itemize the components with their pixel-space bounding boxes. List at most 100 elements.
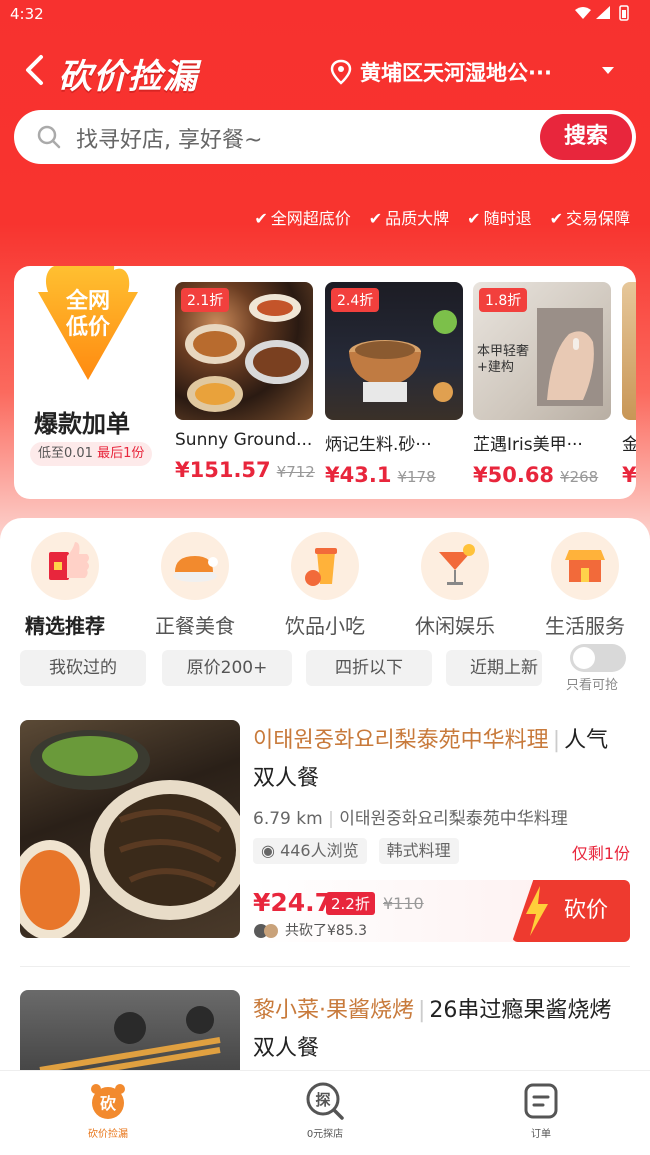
check-icon: ✔	[368, 209, 383, 228]
deal-discount: 1.8折	[479, 288, 528, 312]
search-input[interactable]: 找寻好店, 享好餐~	[76, 122, 262, 154]
location-text: 黄埔区天河湿地公···	[360, 61, 552, 85]
guarantee-row: ✔ 全网超底价 ✔ 品质大牌 ✔ 随时退 ✔ 交易保障	[254, 205, 630, 229]
deal-card[interactable]: 金 ¥	[622, 282, 636, 487]
category-drinks[interactable]: 饮品小吃	[260, 532, 390, 639]
alarm-clock-icon: 砍	[88, 1081, 128, 1121]
badge-line2: 低价	[65, 315, 111, 340]
item-branch: 이태원중화요리梨泰苑中华料理	[339, 809, 568, 829]
guarantee-item: ✔ 全网超底价	[254, 209, 351, 228]
item-image	[20, 990, 240, 1070]
deal-discount: 2.1折	[181, 288, 230, 312]
status-time: 4:32	[10, 5, 44, 23]
deal-image	[622, 282, 636, 420]
tab-explore[interactable]: 探 0元探店	[265, 1081, 385, 1140]
filter-chip[interactable]: 我砍过的	[20, 650, 146, 686]
drink-cup-icon	[291, 532, 359, 600]
deal-name: Sunny Ground...	[175, 430, 313, 450]
available-only-toggle[interactable]	[570, 644, 626, 672]
category-row: 精选推荐 正餐美食 饮品小吃 休闲娱乐 生活服务	[0, 532, 650, 642]
guarantee-item: ✔ 交易保障	[549, 209, 630, 228]
search-button[interactable]: 搜索	[540, 114, 632, 160]
search-icon	[37, 125, 61, 149]
flame-badge-icon: 全网 低价	[38, 266, 138, 380]
tab-orders[interactable]: 订单	[481, 1081, 601, 1140]
page-title: 砍价捡漏	[58, 57, 198, 97]
views-tag: ◉ 446人浏览	[253, 838, 367, 864]
search-bar[interactable]: 找寻好店, 享好餐~ 搜索	[14, 110, 636, 164]
deal-discount: 2.4折	[331, 288, 380, 312]
deal-card[interactable]: 2.4折 炳记生料.砂··· ¥43.1 ¥178	[325, 282, 463, 487]
eye-icon: ◉	[261, 841, 275, 860]
back-arrow-icon[interactable]	[22, 53, 48, 87]
deal-card[interactable]: 2.1折 Sunny Ground... ¥151.57 ¥712	[175, 282, 315, 482]
promo-block[interactable]: 全网 低价 爆款加单 低至0.01 最后1份	[14, 266, 169, 499]
deal-name: 炳记生料.砂···	[325, 435, 432, 455]
group-cut-info: 共砍了¥85.3	[253, 920, 367, 940]
list-divider	[20, 966, 630, 967]
deal-image-caption: 本甲轻奢+建构	[477, 344, 530, 375]
deal-card[interactable]: 1.8折 本甲轻奢+建构 芷遇Iris美甲··· ¥50.68 ¥268	[473, 282, 611, 487]
item-buy-bar: ¥24.7 2.2折 ¥110 共砍了¥85.3 砍价	[253, 880, 630, 942]
category-label: 饮品小吃	[285, 614, 365, 638]
list-item[interactable]: 黎小菜·果酱烧烤 | 26串过瘾果酱烧烤双人餐	[20, 990, 630, 1070]
thumbs-up-icon	[31, 532, 99, 600]
category-recommended[interactable]: 精选推荐	[0, 532, 130, 639]
filter-chip[interactable]: 四折以下	[306, 650, 432, 686]
cocktail-icon	[421, 532, 489, 600]
item-shop-name[interactable]: 黎小菜·果酱烧烤	[253, 998, 414, 1023]
bargain-button-label: 砍价	[563, 898, 608, 923]
deal-image: 2.1折	[175, 282, 313, 420]
deal-price: ¥	[622, 463, 636, 487]
item-tags: ◉ 446人浏览 韩式料理	[253, 838, 459, 864]
explore-magnifier-icon: 探	[305, 1081, 345, 1121]
chevron-down-icon	[602, 67, 614, 74]
category-label: 精选推荐	[25, 614, 105, 638]
tab-label: 0元探店	[306, 1129, 344, 1140]
deal-image: 1.8折 本甲轻奢+建构	[473, 282, 611, 420]
status-bar: 4:32	[0, 0, 650, 28]
filter-chip[interactable]: 近期上新	[446, 650, 542, 686]
deal-price: ¥50.68 ¥268	[473, 463, 599, 487]
category-label: 生活服务	[545, 614, 625, 638]
item-discount: 2.2折	[326, 892, 375, 915]
title-separator: |	[418, 998, 426, 1023]
app-page: 4:32 砍价捡漏 黄埔区天河湿地公··· 找寻好店, 享好餐~ 搜索 ✔ 全网…	[0, 0, 650, 1155]
deal-price: ¥43.1 ¥178	[325, 463, 436, 487]
list-item[interactable]: 이태원중화요리梨泰苑中华料理 | 人气双人餐 6.79 km | 이태원중화요리梨泰…	[20, 720, 630, 950]
filter-chips: 我砍过的 原价200+ 四折以下 近期上新	[20, 650, 650, 688]
promo-title: 爆款加单	[34, 410, 130, 438]
service-store-icon	[551, 532, 619, 600]
order-list-icon	[521, 1081, 561, 1121]
wifi-signal-battery-icon	[575, 5, 629, 21]
lightning-icon	[526, 886, 548, 936]
top-header: 砍价捡漏 黄埔区天河湿地公···	[0, 45, 650, 97]
category-dining[interactable]: 正餐美食	[130, 532, 260, 639]
item-image	[20, 720, 240, 938]
filter-chip[interactable]: 原价200+	[162, 650, 292, 686]
category-label: 正餐美食	[155, 614, 235, 638]
bargain-button[interactable]: 砍价	[512, 880, 630, 942]
hot-deals-card: 全网 低价 爆款加单 低至0.01 最后1份 2.1折 Sunny Ground…	[14, 266, 636, 499]
item-price: ¥24.7	[253, 888, 333, 917]
category-label: 休闲娱乐	[415, 614, 495, 638]
item-shop-name[interactable]: 이태원중화요리梨泰苑中华料理	[253, 728, 549, 753]
svg-text:探: 探	[315, 1091, 330, 1109]
deal-name: 芷遇Iris美甲···	[473, 435, 583, 455]
deal-image: 2.4折	[325, 282, 463, 420]
category-services[interactable]: 生活服务	[520, 532, 650, 639]
toggle-knob	[573, 647, 595, 669]
location-pin-icon	[330, 59, 352, 85]
tab-bargain[interactable]: 砍 砍价捡漏	[48, 1081, 168, 1140]
toggle-label: 只看可抢	[566, 678, 619, 693]
deal-price: ¥151.57 ¥712	[175, 458, 315, 482]
remaining-count: 仅剩1份	[571, 844, 630, 863]
item-distance: 6.79 km	[253, 809, 323, 829]
check-icon: ✔	[549, 209, 563, 228]
location-selector[interactable]: 黄埔区天河湿地公···	[330, 57, 630, 87]
promo-subtitle: 低至0.01 最后1份	[30, 442, 153, 466]
badge-line1: 全网	[65, 288, 110, 314]
item-meta: 6.79 km | 이태원중화요리梨泰苑中华料理	[253, 804, 568, 829]
guarantee-item: ✔ 品质大牌	[368, 209, 450, 228]
category-leisure[interactable]: 休闲娱乐	[390, 532, 520, 639]
